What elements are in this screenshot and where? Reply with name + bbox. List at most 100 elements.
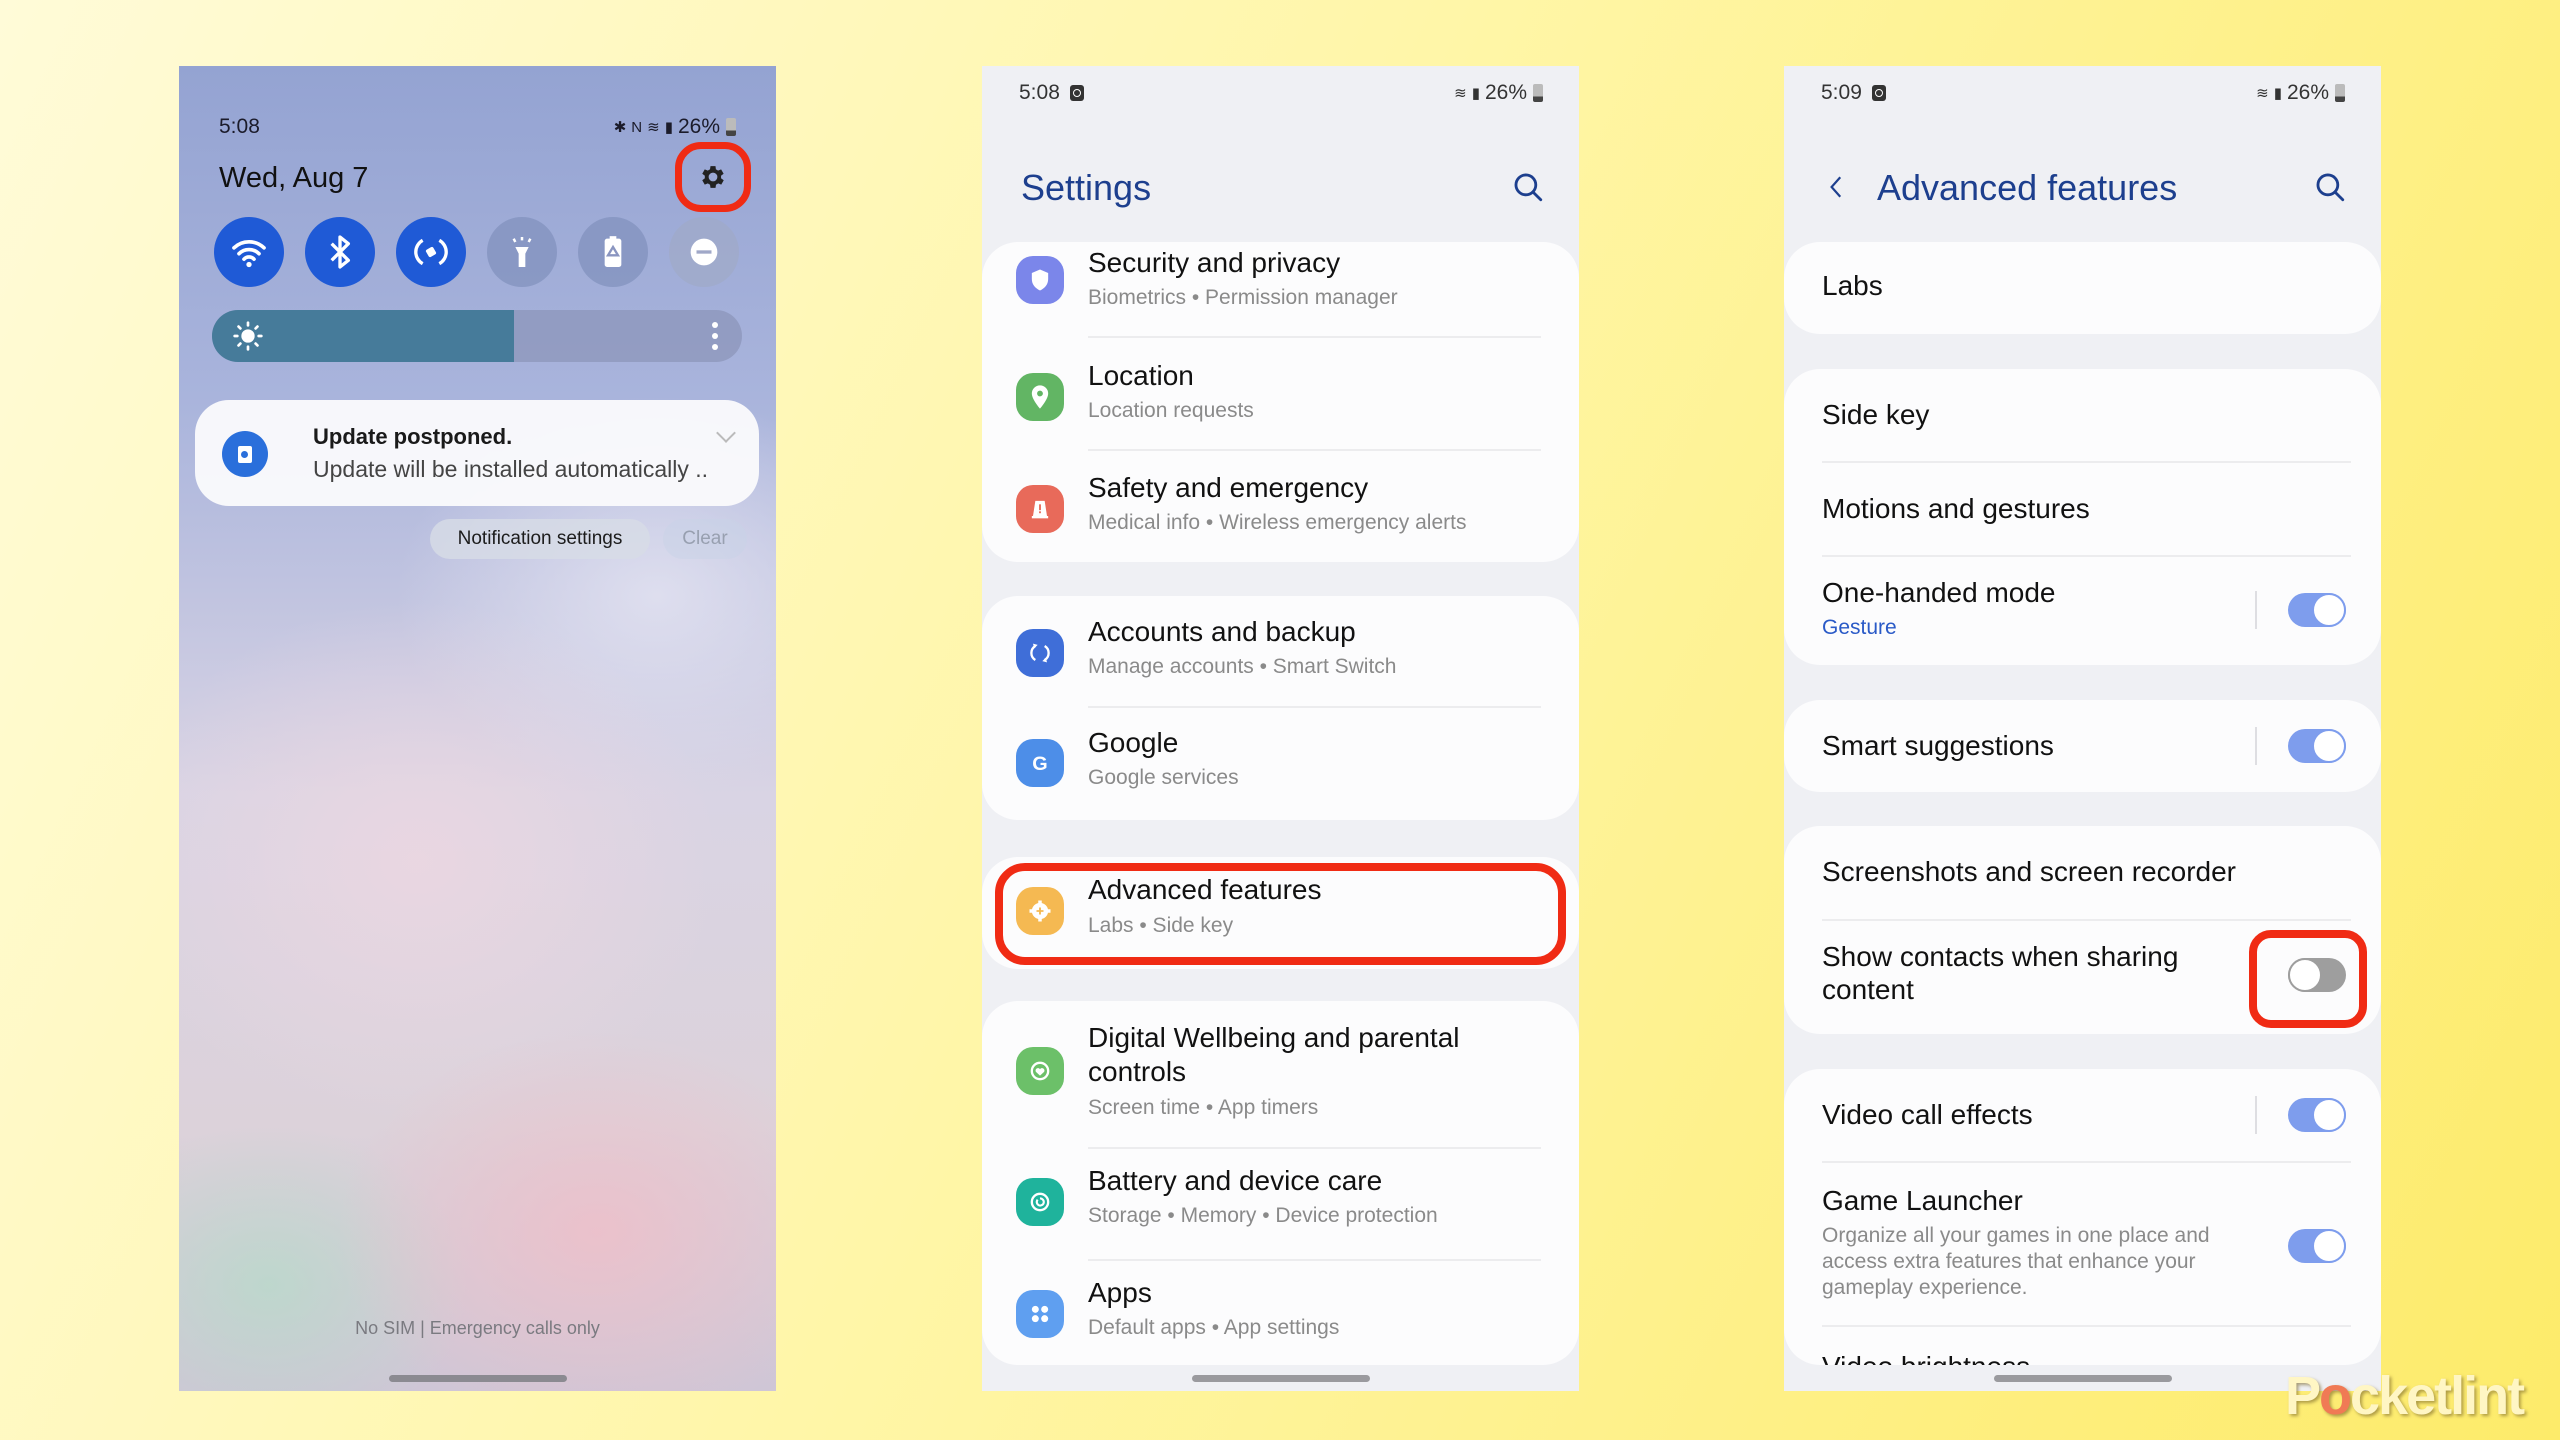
item-subtitle: Storage • Memory • Device protection — [1088, 1204, 1438, 1227]
smart-suggestions-toggle[interactable] — [2288, 729, 2346, 763]
quick-toggle-power-saving[interactable] — [578, 217, 648, 287]
status-time-wrap: 5:08 — [1019, 81, 1084, 105]
settings-group-sharing: Screenshots and screen recorder Show con… — [1784, 826, 2381, 1034]
item-subtitle: Screen time • App timers — [1088, 1096, 1319, 1119]
settings-item-show-contacts-when-sharing[interactable]: Show contacts when sharing content — [1784, 921, 2381, 1034]
signal-icon: ▮ — [1471, 85, 1480, 102]
settings-item-video-brightness[interactable]: Video brightness — [1784, 1327, 2381, 1365]
battery-saver-icon — [604, 236, 622, 267]
settings-item-advanced-features[interactable]: Advanced features Labs • Side key — [982, 857, 1579, 969]
item-title: Apps — [1088, 1277, 1152, 1308]
alarm-icon — [1871, 85, 1886, 101]
search-icon[interactable] — [1511, 170, 1545, 204]
settings-group-smart: Smart suggestions — [1784, 700, 2381, 792]
quick-toggle-flashlight[interactable] — [487, 217, 557, 287]
item-title: Side key — [1822, 399, 1930, 430]
more-options-icon[interactable] — [712, 322, 718, 355]
quick-toggle-do-not-disturb[interactable] — [669, 217, 739, 287]
quick-toggle-bluetooth[interactable] — [305, 217, 375, 287]
status-time: 5:08 — [219, 115, 260, 138]
settings-group-media: Video call effects Game Launcher Organiz… — [1784, 1069, 2381, 1365]
quick-toggle-auto-rotate[interactable] — [396, 217, 466, 287]
wifi-icon: ≋ — [2256, 85, 2269, 102]
search-icon[interactable] — [2313, 170, 2347, 204]
phone-quick-panel: 5:08 ✱ N ≋ ▮ 26% Wed, Aug 7 Update postp… — [179, 66, 776, 1391]
status-icons: ≋ ▮ 26% — [1454, 81, 1543, 105]
settings-item-smart-suggestions[interactable]: Smart suggestions — [1784, 700, 2381, 792]
logo-text-suffix: cketlint — [2350, 1366, 2525, 1426]
settings-item-screenshots-and-screen-recorder[interactable]: Screenshots and screen recorder — [1784, 826, 2381, 921]
location-pin-icon — [1016, 373, 1064, 421]
settings-item-apps[interactable]: Apps Default apps • App settings — [982, 1261, 1579, 1365]
status-time-wrap: 5:09 — [1821, 81, 1886, 105]
notification-card[interactable]: Update postponed. Update will be install… — [195, 400, 759, 506]
clear-button[interactable]: Clear — [663, 519, 747, 559]
settings-button[interactable] — [675, 142, 751, 212]
notification-title: Update postponed. — [313, 424, 513, 449]
item-title: Video call effects — [1822, 1099, 2033, 1130]
svg-text:G: G — [1032, 753, 1047, 775]
rotate-icon — [414, 238, 448, 266]
settings-item-motions-and-gestures[interactable]: Motions and gestures — [1784, 463, 2381, 557]
brightness-slider[interactable] — [212, 310, 742, 362]
item-title: One-handed mode — [1822, 577, 2056, 608]
notification-settings-button[interactable]: Notification settings — [430, 519, 650, 559]
dnd-icon — [690, 238, 718, 266]
video-call-effects-toggle[interactable] — [2288, 1098, 2346, 1132]
date-label: Wed, Aug 7 — [219, 162, 369, 194]
settings-item-labs[interactable]: Labs — [1784, 242, 2381, 334]
wifi-icon: ≋ — [1454, 85, 1467, 102]
wellbeing-icon — [1016, 1047, 1064, 1095]
item-title: Advanced features — [1088, 874, 1322, 905]
settings-item-video-call-effects[interactable]: Video call effects — [1784, 1069, 2381, 1163]
apps-icon — [1016, 1290, 1064, 1338]
battery-percent: 26% — [677, 115, 720, 138]
divider-vertical — [2255, 591, 2257, 629]
nfc-icon: N — [631, 118, 642, 136]
settings-group-controls: Side key Motions and gestures One-handed… — [1784, 369, 2381, 665]
settings-item-battery-and-device-care[interactable]: Battery and device care Storage • Memory… — [982, 1149, 1579, 1261]
settings-item-safety-and-emergency[interactable]: Safety and emergency Medical info • Wire… — [982, 450, 1579, 562]
item-title: Battery and device care — [1088, 1165, 1383, 1196]
home-indicator[interactable] — [388, 1375, 567, 1382]
settings-item-game-launcher[interactable]: Game Launcher Organize all your games in… — [1784, 1163, 2381, 1327]
one-handed-mode-toggle[interactable] — [2288, 593, 2346, 627]
item-subtitle: Gesture — [1822, 616, 1897, 639]
emergency-icon — [1016, 485, 1064, 533]
settings-item-side-key[interactable]: Side key — [1784, 369, 2381, 463]
status-time: 5:09 — [1821, 81, 1862, 104]
item-title: Accounts and backup — [1088, 616, 1356, 647]
settings-group-4: Digital Wellbeing and parental controls … — [982, 1001, 1579, 1365]
status-bar: 5:08 ≋ ▮ 26% — [982, 66, 1579, 126]
settings-item-digital-wellbeing[interactable]: Digital Wellbeing and parental controls … — [982, 1001, 1579, 1149]
battery-icon — [2335, 84, 2345, 102]
signal-icon: ▮ — [664, 119, 673, 136]
game-launcher-toggle[interactable] — [2288, 1229, 2346, 1263]
item-subtitle: Manage accounts • Smart Switch — [1088, 655, 1397, 678]
item-subtitle: Biometrics • Permission manager — [1088, 286, 1398, 309]
settings-item-google[interactable]: G Google Google services — [982, 708, 1579, 820]
bluetooth-icon — [330, 235, 350, 269]
settings-item-location[interactable]: Location Location requests — [982, 338, 1579, 451]
settings-group-2: Accounts and backup Manage accounts • Sm… — [982, 596, 1579, 820]
settings-item-one-handed-mode[interactable]: One-handed mode Gesture — [1784, 555, 2381, 665]
quick-settings-row — [214, 217, 739, 287]
phone-advanced-features: 5:09 ≋ ▮ 26% Advanced features Labs Side… — [1784, 66, 2381, 1391]
google-icon: G — [1016, 739, 1064, 787]
page-title: Advanced features — [1877, 167, 2178, 208]
home-indicator[interactable] — [1993, 1375, 2172, 1382]
item-title: Location — [1088, 360, 1194, 391]
show-contacts-toggle[interactable] — [2288, 958, 2346, 992]
item-title: Labs — [1822, 270, 1883, 301]
back-arrow-icon[interactable] — [1824, 174, 1850, 200]
item-title: Google — [1088, 727, 1179, 758]
alarm-icon — [1069, 85, 1084, 101]
expand-chevron-icon[interactable] — [716, 423, 736, 443]
home-indicator[interactable] — [1191, 1375, 1370, 1382]
quick-toggle-wifi[interactable] — [214, 217, 284, 287]
item-title: Digital Wellbeing and parental controls — [1088, 1022, 1460, 1087]
software-update-icon — [222, 431, 268, 477]
settings-item-accounts-and-backup[interactable]: Accounts and backup Manage accounts • Sm… — [982, 596, 1579, 708]
power-icon: o — [2319, 1366, 2352, 1426]
battery-icon — [726, 118, 736, 136]
